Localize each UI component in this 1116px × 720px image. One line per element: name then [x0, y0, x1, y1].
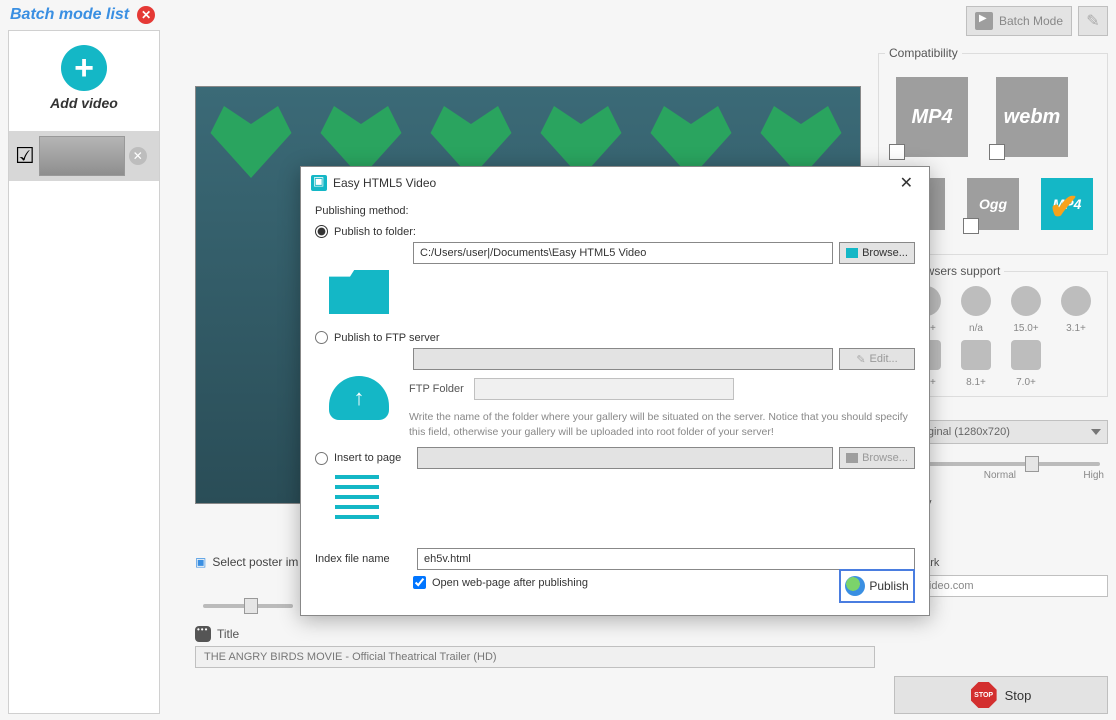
ftp-edit-button[interactable]: ✎ Edit...	[839, 348, 915, 370]
wand-button[interactable]: ✎	[1078, 6, 1108, 36]
insert-page-radio[interactable]	[315, 452, 328, 465]
publish-folder-radio[interactable]	[315, 225, 328, 238]
poster-slider[interactable]	[203, 604, 293, 608]
film-icon	[975, 12, 993, 30]
stop-button[interactable]: STOP Stop	[894, 676, 1108, 714]
wand-icon: ✎	[1086, 11, 1099, 31]
batch-item-row[interactable]: ☑ ✕	[9, 131, 159, 181]
open-after-label: Open web-page after publishing	[432, 577, 588, 589]
chevron-down-icon	[1091, 429, 1101, 435]
app-logo-icon	[311, 175, 327, 191]
browse-folder-button[interactable]: Browse...	[839, 242, 915, 264]
index-file-input[interactable]: eh5v.html	[417, 548, 915, 570]
close-batch-list-icon[interactable]: ✕	[137, 6, 155, 24]
publishing-method-label: Publishing method:	[315, 205, 915, 217]
format-ogg[interactable]: Ogg	[963, 174, 1023, 234]
format-webm-checkbox[interactable]	[989, 144, 1005, 160]
publish-button[interactable]: Publish	[839, 569, 915, 603]
speech-icon	[195, 626, 211, 642]
ftp-folder-input[interactable]	[474, 378, 734, 400]
globe-icon	[845, 576, 865, 596]
format-mp4[interactable]: MP4	[889, 74, 975, 160]
batch-list-title: Batch mode list	[10, 6, 129, 24]
browser-firefox: n/a	[953, 286, 999, 334]
dialog-close-button[interactable]: ✕	[894, 171, 919, 195]
browser-empty	[1053, 340, 1099, 388]
index-file-label: Index file name	[315, 553, 409, 565]
folder-large-icon	[329, 270, 389, 314]
folder-icon	[846, 453, 858, 463]
page-large-icon	[335, 475, 379, 523]
publish-dialog: Easy HTML5 Video ✕ Publishing method: Pu…	[300, 166, 930, 616]
browser-safari: 3.1+	[1053, 286, 1099, 334]
batch-item-checkbox[interactable]: ☑	[15, 143, 35, 169]
blackberry-icon	[1011, 340, 1041, 370]
pencil-icon: ✎	[856, 353, 865, 366]
slider-thumb[interactable]	[1025, 456, 1039, 472]
ftp-folder-label: FTP Folder	[409, 383, 464, 395]
select-poster-label: Select poster im	[212, 555, 298, 569]
cloud-upload-icon: ↑	[329, 376, 389, 420]
stop-label: Stop	[1005, 688, 1032, 703]
firefox-icon	[961, 286, 991, 316]
insert-browse-button[interactable]: Browse...	[839, 447, 915, 469]
safari-icon	[1061, 286, 1091, 316]
batch-item-thumbnail[interactable]	[39, 136, 125, 176]
insert-page-input[interactable]	[417, 447, 833, 469]
slider-thumb[interactable]	[244, 598, 258, 614]
plus-icon: +	[61, 45, 107, 91]
batch-mode-label: Batch Mode	[999, 14, 1063, 28]
add-video-label: Add video	[9, 95, 159, 111]
picture-icon: ▣	[195, 555, 206, 569]
format-webm[interactable]: webm	[989, 74, 1075, 160]
publish-ftp-label: Publish to FTP server	[334, 332, 440, 344]
ftp-select[interactable]	[413, 348, 833, 370]
format-mp4low[interactable]: MP4 ✔	[1037, 174, 1097, 234]
browser-blackberry: 7.0+	[1003, 340, 1049, 388]
add-video-button[interactable]: + Add video	[9, 31, 159, 119]
opera-icon	[1011, 286, 1041, 316]
title-input[interactable]: THE ANGRY BIRDS MOVIE - Official Theatri…	[195, 646, 875, 668]
format-ogg-checkbox[interactable]	[963, 218, 979, 234]
batch-mode-button[interactable]: Batch Mode	[966, 6, 1072, 36]
stop-icon: STOP	[971, 682, 997, 708]
browser-windows: 8.1+	[953, 340, 999, 388]
batch-mode-panel: Batch mode list ✕ + Add video ☑ ✕	[0, 0, 168, 720]
format-mp4-checkbox[interactable]	[889, 144, 905, 160]
compatibility-legend: Compatibility	[885, 46, 962, 60]
windows-icon	[961, 340, 991, 370]
publish-ftp-radio[interactable]	[315, 331, 328, 344]
check-icon: ✔	[1049, 186, 1079, 228]
insert-page-label: Insert to page	[334, 452, 401, 464]
folder-icon	[846, 248, 858, 258]
folder-path-input[interactable]: C:/Users/user|/Documents\Easy HTML5 Vide…	[413, 242, 833, 264]
title-label: Title	[217, 627, 239, 641]
open-after-checkbox[interactable]	[413, 576, 426, 589]
dialog-title: Easy HTML5 Video	[333, 176, 436, 190]
ftp-hint: Write the name of the folder where your …	[409, 410, 909, 439]
remove-batch-item-icon[interactable]: ✕	[129, 147, 147, 165]
publish-folder-label: Publish to folder:	[334, 226, 416, 238]
browser-opera: 15.0+	[1003, 286, 1049, 334]
